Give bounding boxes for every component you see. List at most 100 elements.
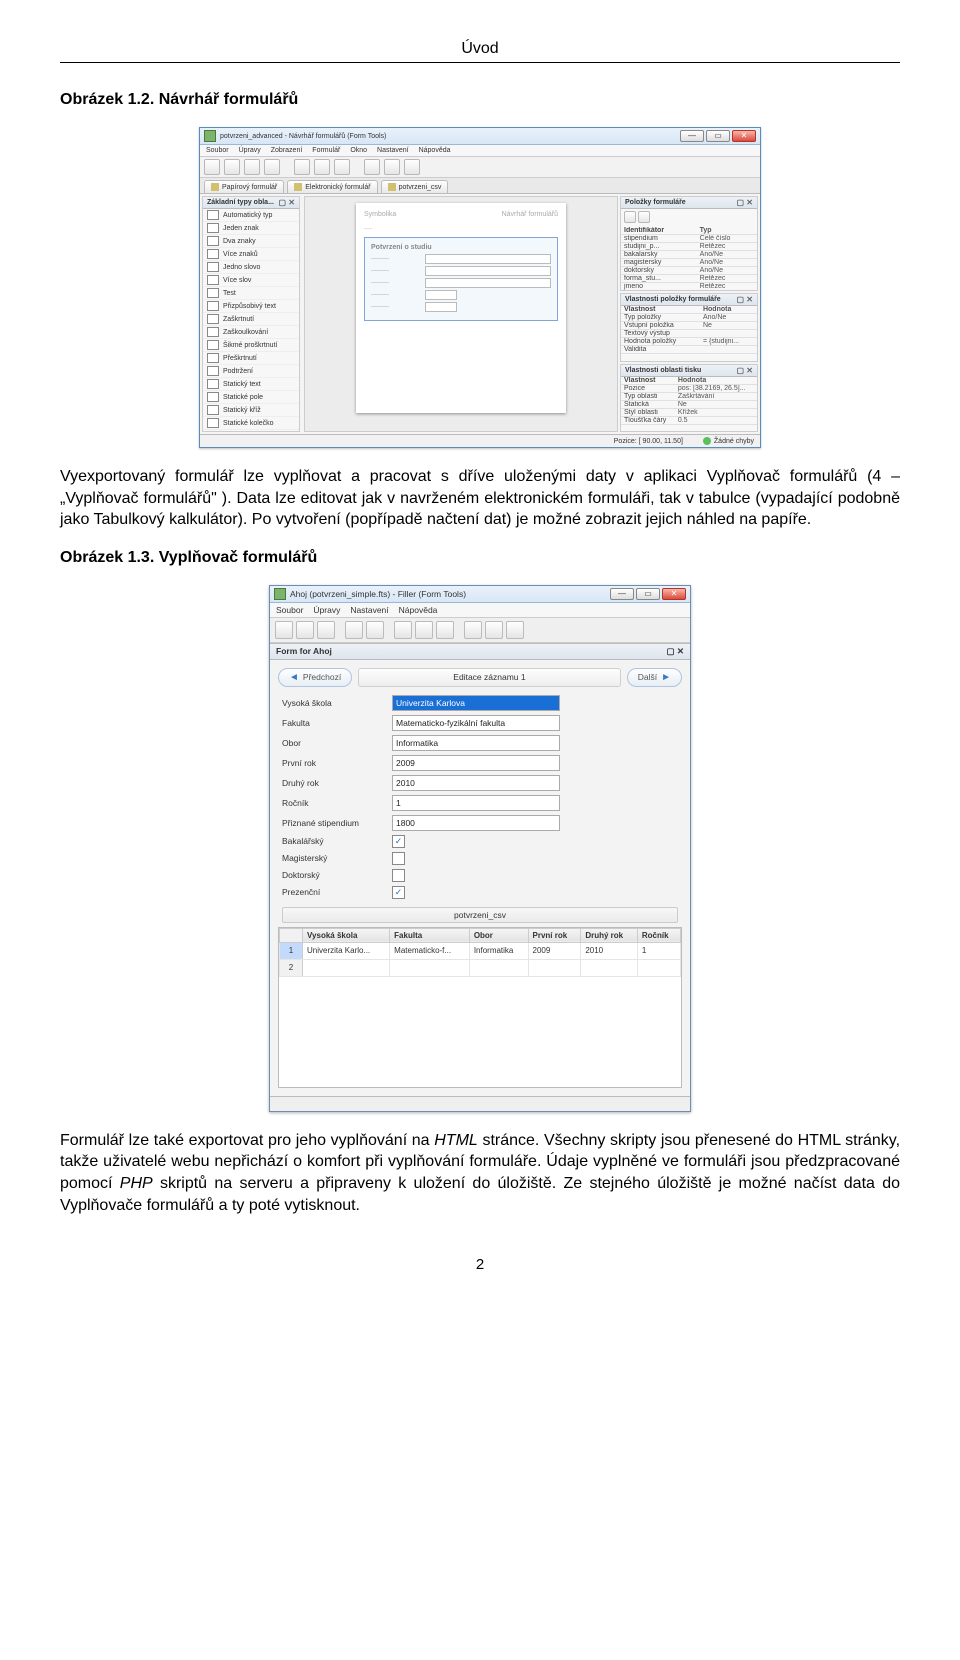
vlastnosti-oblasti-table[interactable]: VlastnostHodnotaPozicepos: [38.2169, 26.…	[621, 377, 757, 425]
toolbar-button[interactable]	[364, 159, 380, 175]
text-input[interactable]: 1800	[392, 815, 560, 831]
close-button[interactable]: ✕	[732, 130, 756, 142]
panel-close-icon[interactable]: ▢ ✕	[666, 646, 684, 657]
table-row[interactable]: datum_na...Datum	[621, 291, 757, 292]
col-header[interactable]: Fakulta	[390, 928, 470, 942]
menu-item[interactable]: Nastavení	[350, 605, 388, 615]
maximize-button[interactable]: ▭	[706, 130, 730, 142]
cell[interactable]: Informatika	[469, 942, 528, 959]
toolbar-button[interactable]	[384, 159, 400, 175]
checkbox[interactable]	[392, 869, 405, 882]
menu-item[interactable]: Nápověda	[399, 605, 438, 615]
panel-close-icon[interactable]: ▢ ✕	[737, 198, 753, 207]
cell[interactable]	[581, 959, 638, 976]
toolbar[interactable]	[270, 618, 690, 643]
add-item-icon[interactable]	[624, 211, 636, 223]
data-grid[interactable]: Vysoká školaFakultaOborPrvní rokDruhý ro…	[278, 927, 682, 1088]
field-type-list[interactable]: Automatický typJeden znakDva znakyVíce z…	[203, 209, 299, 431]
menubar[interactable]: Soubor Úpravy Nastavení Nápověda	[270, 603, 690, 618]
cell[interactable]	[469, 959, 528, 976]
maximize-button[interactable]: ▭	[636, 588, 660, 600]
cell[interactable]: 2010	[581, 942, 638, 959]
table-row[interactable]: Hodnota položky= {studijni...	[621, 338, 757, 346]
toolbar-button[interactable]	[345, 621, 363, 639]
field-type-item[interactable]: Dva znaky	[203, 235, 299, 248]
field-type-item[interactable]: Více znaků	[203, 248, 299, 261]
minimize-button[interactable]: —	[610, 588, 634, 600]
panel-close-icon[interactable]: ▢ ✕	[737, 295, 753, 304]
table-row[interactable]: doktorskyAno/Ne	[621, 267, 757, 275]
menu-item[interactable]: Nastavení	[377, 147, 409, 154]
menu-item[interactable]: Úpravy	[313, 605, 340, 615]
table-row[interactable]: StatickáNe	[621, 400, 757, 408]
menubar[interactable]: SouborÚpravyZobrazeníFormulářOknoNastave…	[200, 145, 760, 157]
field-type-item[interactable]: Statický kříž	[203, 404, 299, 417]
checkbox[interactable]: ✓	[392, 835, 405, 848]
table-row[interactable]: Styl oblastiKřížek	[621, 408, 757, 416]
toolbar-button[interactable]	[204, 159, 220, 175]
cell[interactable]	[528, 959, 581, 976]
field-type-item[interactable]: Test	[203, 287, 299, 300]
table-row[interactable]: Validita	[621, 346, 757, 354]
text-input[interactable]: Univerzita Karlova	[392, 695, 560, 711]
checkbox[interactable]: ✓	[392, 886, 405, 899]
table-row[interactable]: Typ položkyAno/Ne	[621, 314, 757, 322]
field-type-item[interactable]: Jedno slovo	[203, 261, 299, 274]
csv-tab[interactable]: potvrzeni_csv	[282, 907, 678, 923]
col-header[interactable]: První rok	[528, 928, 581, 942]
tabbar[interactable]: Papírový formulářElektronický formulářpo…	[200, 178, 760, 194]
remove-item-icon[interactable]	[638, 211, 650, 223]
toolbar-button[interactable]	[244, 159, 260, 175]
prev-button[interactable]: ◄ Předchozí	[278, 668, 352, 687]
menu-item[interactable]: Nápověda	[419, 147, 451, 154]
cell[interactable]	[303, 959, 390, 976]
toolbar-button[interactable]	[294, 159, 310, 175]
field-type-item[interactable]: Statická diagonála	[203, 430, 299, 431]
toolbar-button[interactable]	[275, 621, 293, 639]
menu-item[interactable]: Soubor	[206, 147, 229, 154]
field-type-item[interactable]: Statický text	[203, 378, 299, 391]
menu-item[interactable]: Soubor	[276, 605, 303, 615]
titlebar[interactable]: potvrzeni_advanced - Návrhář formulářů (…	[200, 128, 760, 145]
field-type-item[interactable]: Šikmé proškrtnutí	[203, 339, 299, 352]
col-header[interactable]: Vysoká škola	[303, 928, 390, 942]
table-row[interactable]: 2	[280, 959, 681, 976]
field-type-item[interactable]: Přeškrtnutí	[203, 352, 299, 365]
toolbar-button[interactable]	[264, 159, 280, 175]
toolbar-button[interactable]	[314, 159, 330, 175]
toolbar-button[interactable]	[366, 621, 384, 639]
field-type-item[interactable]: Podtržení	[203, 365, 299, 378]
text-input[interactable]: 1	[392, 795, 560, 811]
text-input[interactable]: 2009	[392, 755, 560, 771]
panel-close-icon[interactable]: ▢ ✕	[737, 366, 753, 375]
field-type-item[interactable]: Automatický typ	[203, 209, 299, 222]
cell[interactable]: 1	[637, 942, 680, 959]
table-row[interactable]: studijni_p...Řetězec	[621, 243, 757, 251]
table-row[interactable]: Textový výstup	[621, 330, 757, 338]
field-type-item[interactable]: Zaškrtnutí	[203, 313, 299, 326]
rownum[interactable]: 2	[280, 959, 303, 976]
field-type-item[interactable]: Více slov	[203, 274, 299, 287]
cell[interactable]: Matematicko-f...	[390, 942, 470, 959]
col-header[interactable]: Obor	[469, 928, 528, 942]
titlebar[interactable]: Ahoj (potvrzeni_simple.fts) - Filler (Fo…	[270, 586, 690, 603]
toolbar-button[interactable]	[296, 621, 314, 639]
toolbar-button[interactable]	[464, 621, 482, 639]
table-row[interactable]: Pozicepos: [38.2169, 26.5]...	[621, 384, 757, 392]
text-input[interactable]: 2010	[392, 775, 560, 791]
table-row[interactable]: stipendiumCelé číslo	[621, 235, 757, 243]
toolbar-button[interactable]	[436, 621, 454, 639]
table-row[interactable]: jmenoŘetězec	[621, 283, 757, 291]
menu-item[interactable]: Zobrazení	[271, 147, 303, 154]
next-button[interactable]: Další ►	[627, 668, 682, 687]
form-box[interactable]: Potvrzení o studiu ——— ——— ——— ——— ———	[364, 237, 558, 321]
toolbar-button[interactable]	[334, 159, 350, 175]
col-header[interactable]: Ročník	[637, 928, 680, 942]
cell[interactable]	[390, 959, 470, 976]
canvas[interactable]: Symbolika Návrhář formulářů — Potvrzení …	[304, 196, 618, 432]
tab[interactable]: Elektronický formulář	[287, 180, 377, 193]
table-row[interactable]: forma_stu...Řetězec	[621, 275, 757, 283]
field-type-item[interactable]: Jeden znak	[203, 222, 299, 235]
toolbar-button[interactable]	[485, 621, 503, 639]
field-type-item[interactable]: Přizpůsobivý text	[203, 300, 299, 313]
